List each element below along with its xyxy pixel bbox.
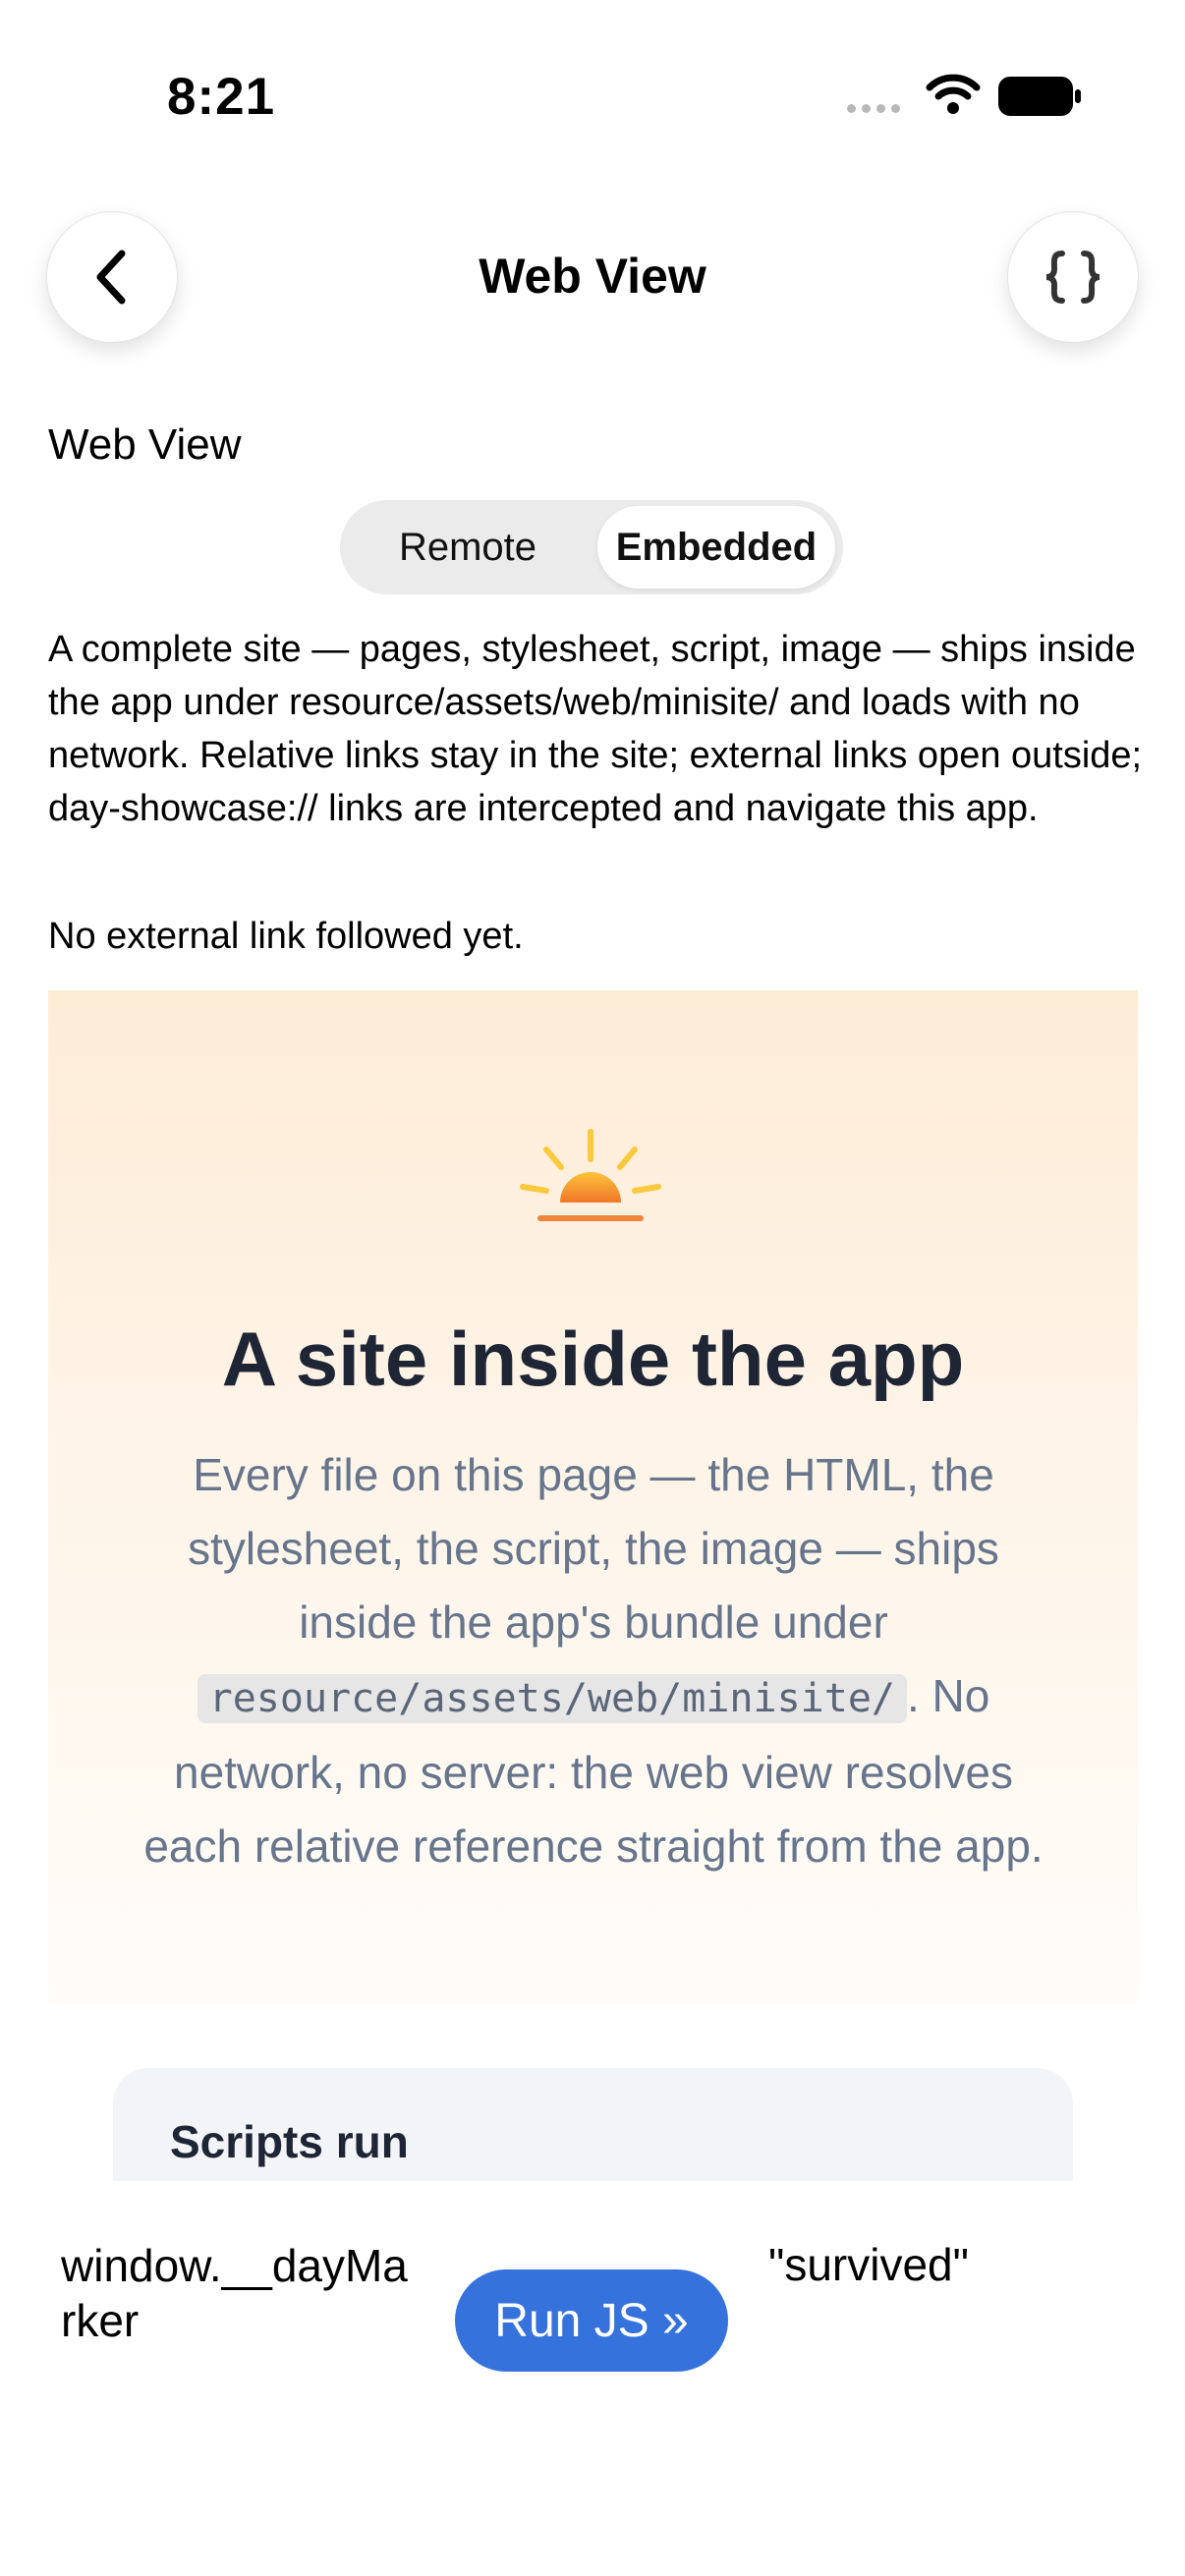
signal-icon [847,104,900,113]
status-time: 8:21 [167,68,276,126]
hero-body-text: Every file on this page — the HTML, the … [188,1449,999,1648]
js-bar: window.__dayMarker Run JS » "survived" [0,2181,1185,2576]
segment-embedded[interactable]: Embedded [597,506,835,588]
card-title: Scripts run [170,2116,409,2167]
scripts-card: Scripts run [113,2068,1073,2181]
run-js-button[interactable]: Run JS » [455,2269,728,2372]
external-link-status: No external link followed yet. [48,916,524,957]
source-code-button[interactable] [1007,211,1139,343]
asset-path-code: resource/assets/web/minisite/ [197,1674,907,1723]
hero-title: A site inside the app [221,1316,965,1402]
battery-icon [998,77,1081,116]
embedded-web-view[interactable]: A site inside the app Every file on this… [48,990,1138,2181]
js-result: "survived" [768,2239,969,2290]
description-text: A complete site — pages, stylesheet, scr… [48,629,1143,829]
wifi-icon [926,74,981,114]
sunrise-icon [520,1129,661,1221]
hero-body: Every file on this page — the HTML, the … [137,1438,1050,1883]
js-expression: window.__dayMarker [61,2240,408,2346]
curly-braces-icon [1045,251,1100,304]
section-label: Web View [48,420,242,469]
hero-section: A site inside the app Every file on this… [48,990,1138,2002]
segment-remote[interactable]: Remote [350,506,586,588]
source-segmented-control: Remote Embedded [340,500,843,594]
